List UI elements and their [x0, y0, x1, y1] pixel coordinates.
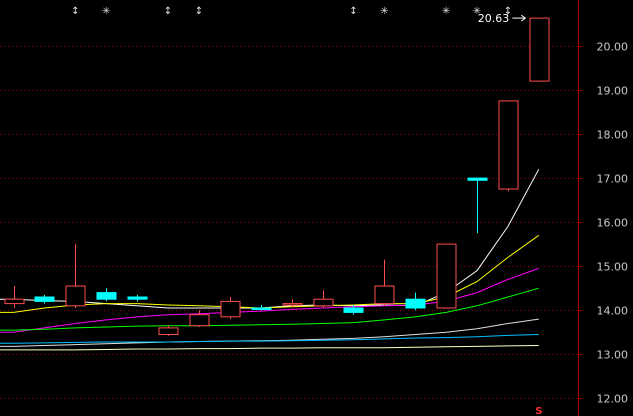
candle-body — [313, 298, 334, 307]
y-tick-label-0: 20.00 — [597, 41, 629, 54]
top-marker-4: ↕ — [195, 6, 203, 17]
candle-body — [34, 296, 55, 302]
candle-body — [529, 17, 550, 82]
candle-body — [498, 100, 519, 190]
candle-15 — [436, 243, 457, 309]
candle-body — [220, 300, 241, 318]
y-tick-label-5: 15.00 — [597, 261, 629, 274]
candle-17 — [498, 100, 519, 192]
sell-signal-marker: S — [535, 406, 542, 416]
y-tick-label-1: 19.00 — [597, 85, 629, 98]
y-tick-label-8: 12.00 — [597, 393, 629, 406]
candle-body — [374, 285, 395, 305]
high-price-label: 20.63 — [478, 12, 510, 25]
candle-body — [282, 303, 303, 306]
y-tick-label-2: 18.00 — [597, 129, 629, 142]
top-marker-2: ✳ — [102, 6, 110, 17]
candle-body — [65, 285, 86, 307]
candle-body — [405, 298, 426, 309]
y-tick-label-3: 17.00 — [597, 173, 629, 186]
top-marker-5: ↕ — [349, 6, 357, 17]
candle-body — [251, 307, 272, 310]
candle-body — [158, 327, 179, 335]
top-marker-1: ↕ — [71, 6, 79, 17]
y-tick-label-6: 14.00 — [597, 305, 629, 318]
top-marker-3: ↕ — [164, 6, 172, 17]
candle-body — [436, 243, 457, 309]
candle-body — [4, 298, 25, 305]
candle-body — [127, 296, 148, 300]
candlestick-chart: 20.00 19.00 18.00 17.00 16.00 15.00 14.00 13.00… — [0, 0, 633, 416]
candle-body — [467, 177, 488, 181]
candle-body — [96, 292, 117, 300]
candle-18 — [529, 17, 550, 82]
y-tick-label-7: 13.00 — [597, 349, 629, 362]
y-tick-label-4: 16.00 — [597, 217, 629, 230]
candle-body — [343, 307, 364, 313]
top-marker-6: ✳ — [380, 6, 388, 17]
top-marker-7: ✳ — [442, 6, 450, 17]
candle-body — [189, 314, 210, 327]
